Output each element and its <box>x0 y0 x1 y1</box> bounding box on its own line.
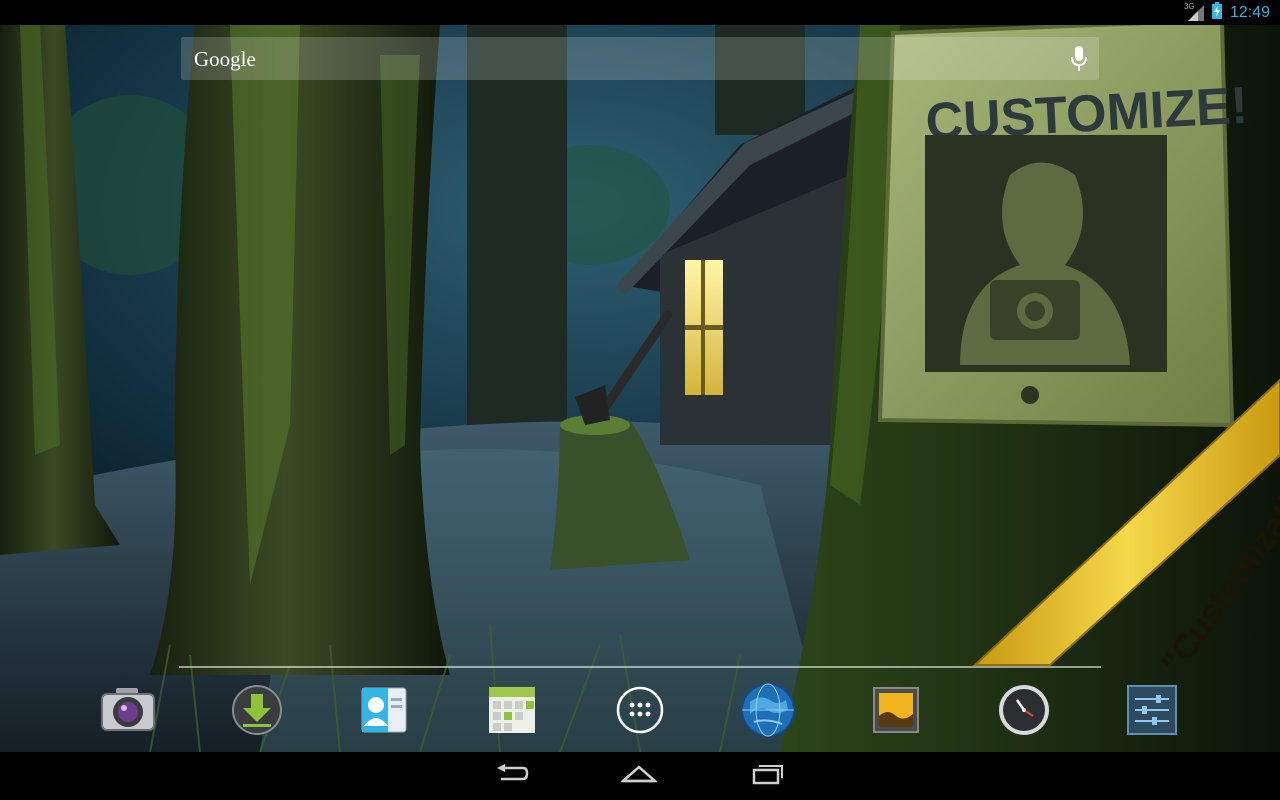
all-apps-button[interactable] <box>611 683 669 741</box>
customize-sign: CUSTOMIZE! <box>877 25 1249 428</box>
status-time: 12:49 <box>1229 3 1270 21</box>
recents-button[interactable] <box>738 762 798 790</box>
google-search-bar[interactable]: Google <box>181 37 1099 80</box>
camera-app[interactable] <box>99 683 157 741</box>
camera-icon[interactable] <box>100 686 156 739</box>
settings-icon[interactable] <box>1126 684 1178 741</box>
globe-icon[interactable] <box>740 682 796 743</box>
signal-icon: 3G <box>1184 2 1204 21</box>
microphone-icon[interactable] <box>1071 46 1087 77</box>
back-icon[interactable] <box>495 763 529 789</box>
calendar-app[interactable] <box>483 683 541 741</box>
status-icons: 3G 12:49 <box>1184 0 1270 25</box>
network-type-label: 3G <box>1183 1 1195 11</box>
contacts-app[interactable] <box>355 683 413 741</box>
back-button[interactable] <box>482 762 542 790</box>
clock-app[interactable] <box>995 683 1053 741</box>
live-wallpaper: CUSTOMIZE! "Customization Pack" <box>0 25 1280 752</box>
navigation-bar <box>0 752 1280 800</box>
status-bar: 3G 12:49 <box>0 0 1280 25</box>
browser-app[interactable] <box>739 682 797 743</box>
battery-icon <box>1211 1 1222 24</box>
contacts-icon[interactable] <box>358 684 410 741</box>
calendar-icon[interactable] <box>486 684 538 741</box>
download-icon[interactable] <box>231 684 283 741</box>
dock-divider <box>179 666 1101 668</box>
settings-app[interactable] <box>1123 683 1181 741</box>
downloads-app[interactable] <box>228 683 286 741</box>
clock-icon[interactable] <box>997 683 1051 742</box>
apps-grid-icon[interactable] <box>616 686 664 739</box>
gallery-app[interactable] <box>867 683 925 741</box>
google-search-label[interactable]: Google <box>194 47 256 72</box>
home-icon[interactable] <box>619 764 659 789</box>
gallery-icon[interactable] <box>872 686 920 739</box>
home-button[interactable] <box>609 762 669 790</box>
recents-icon[interactable] <box>751 763 785 790</box>
